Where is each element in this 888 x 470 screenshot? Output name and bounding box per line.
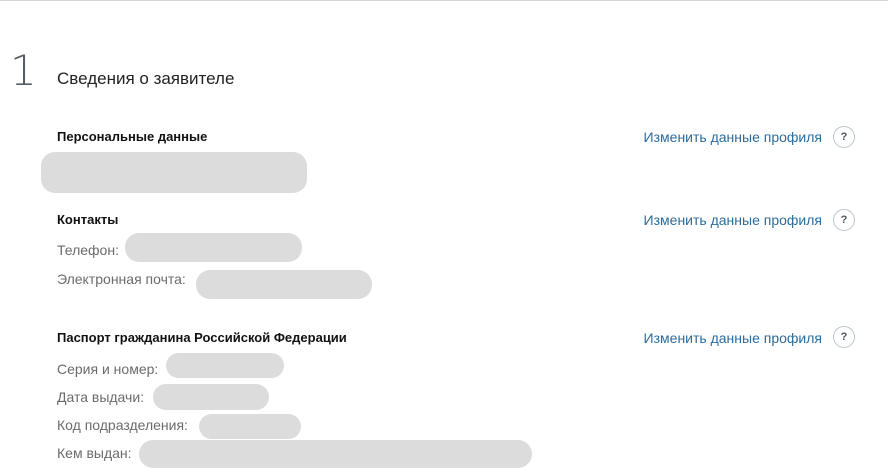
series-number-label: Серия и номер: <box>57 361 159 377</box>
step-number: 1 <box>10 46 37 95</box>
redacted-phone <box>125 233 302 262</box>
redacted-issue-date <box>153 384 269 410</box>
redacted-personal-data <box>41 152 307 193</box>
help-icon[interactable]: ? <box>833 326 855 348</box>
redacted-series-number <box>166 353 284 378</box>
email-label: Электронная почта: <box>57 271 186 287</box>
help-icon[interactable]: ? <box>833 209 855 231</box>
edit-profile-link-contacts[interactable]: Изменить данные профиля <box>644 212 822 228</box>
redacted-email <box>196 270 372 299</box>
passport-title: Паспорт гражданина Российской Федерации <box>57 330 347 345</box>
contacts-title: Контакты <box>57 212 119 227</box>
help-icon[interactable]: ? <box>833 126 855 148</box>
edit-profile-link-personal[interactable]: Изменить данные профиля <box>644 129 822 145</box>
issue-date-label: Дата выдачи: <box>57 389 145 405</box>
phone-label: Телефон: <box>57 242 119 258</box>
issued-by-label: Кем выдан: <box>57 445 132 461</box>
redacted-division-code <box>199 414 301 439</box>
edit-profile-link-passport[interactable]: Изменить данные профиля <box>644 330 822 346</box>
section-title: Сведения о заявителе <box>57 69 235 88</box>
top-divider <box>0 0 888 1</box>
division-code-label: Код подразделения: <box>57 417 188 433</box>
personal-data-title: Персональные данные <box>57 129 208 144</box>
redacted-issued-by <box>139 440 532 468</box>
